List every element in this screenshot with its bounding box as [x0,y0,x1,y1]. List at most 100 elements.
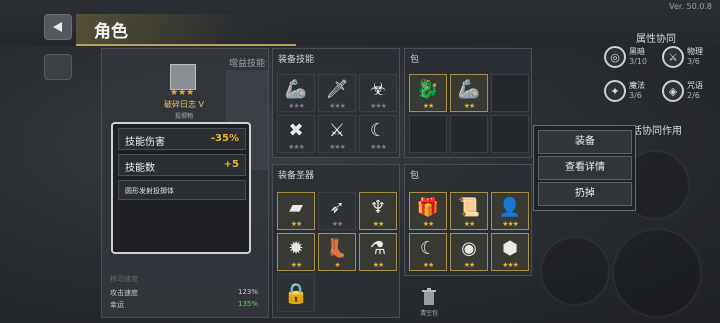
item-stars: ★★★ [329,102,346,110]
empty-slot[interactable] [491,115,529,153]
item-icon: 👢 [325,238,349,259]
item-stars: ★★ [290,220,303,228]
item-stars: ★★ [372,261,385,269]
tooltip-desc-row: 圆形发射投掷体 [118,180,246,200]
item-icon: ▰ [289,197,303,218]
stat-row-move-speed: 移动速度 [110,275,138,283]
bg-ghost-circle [612,228,702,318]
bag-relics-slot[interactable]: 🎁 ★★ [409,192,447,230]
item-stars: ★★★ [370,143,387,151]
equip-relics-slot[interactable]: ✹ ★★ [277,233,315,271]
equip-skills-slot[interactable]: ☾ ★★★ [359,115,397,153]
character-stars: ★★★ [170,88,195,98]
stat-row-luck: 幸运 135% [110,300,258,309]
trash-icon[interactable] [421,288,437,306]
item-stars: ★★★ [502,261,519,269]
item-stars: ★★ [331,220,344,228]
equip-relics-slot[interactable]: ➶ ★★ [318,192,356,230]
equip-skills-slot[interactable]: ✖ ★★★ [277,115,315,153]
tooltip-row-damage: 技能伤害 -35% [118,128,246,150]
item-icon: ⬢ [502,238,518,259]
equip-relics-slot[interactable]: ▰ ★★ [277,192,315,230]
item-icon: ⚗ [369,238,387,259]
bag-relics-slot[interactable]: 📜 ★★ [450,192,488,230]
version-label: Ver. 50.0.8 [669,2,712,11]
item-icon: ◉ [461,238,477,259]
context-menu: 装备 查看详情 扔掉 [533,125,636,211]
item-icon: ☾ [419,238,437,259]
item-stars: ★★ [463,220,476,228]
discard-button[interactable]: 扔掉 [538,182,632,206]
item-stars: ★ [334,261,340,269]
item-stars: ★★★ [288,143,305,151]
equip-skills-slot[interactable]: 🗡 ★★★ [318,74,356,112]
item-icon: 👤 [498,197,522,218]
item-icon: 🐉 [416,79,440,100]
item-icon: ✹ [288,238,304,259]
bag-relics-slot[interactable]: ⬢ ★★★ [491,233,529,271]
stat-row-attack-speed: 攻击速度 123% [110,288,258,297]
bag-skills-slot[interactable]: 🐉 ★★ [409,74,447,112]
page-title: 角色 [94,22,128,42]
item-icon: 📜 [457,197,481,218]
item-icon: 🎁 [416,197,440,218]
synergy-item-magic[interactable]: ✦ 魔法 3/6 [604,80,645,102]
item-stars: ★★ [422,261,435,269]
buff-skill-tab[interactable]: 增益技能 [229,56,265,69]
empty-slot[interactable] [450,115,488,153]
empty-slot[interactable] [409,115,447,153]
item-stars: ★★ [463,102,476,110]
tooltip-row-count: 技能数 +5 [118,154,246,176]
equip-relics-slot[interactable]: 🔒 [277,274,315,312]
item-stars: ★★★ [329,143,346,151]
spell-eye-icon: ◈ [662,80,684,102]
item-stars: ★★ [463,261,476,269]
item-stars: ★★ [290,261,303,269]
equip-skills-slot[interactable]: ⚔ ★★★ [318,115,356,153]
character-avatar [170,64,196,90]
equip-relics-slot[interactable]: 👢 ★ [318,233,356,271]
item-icon: 🗡 [325,79,349,100]
item-icon: ⚔ [328,120,346,141]
equip-relics-slot[interactable]: ♆ ★★ [359,192,397,230]
bag-relics-slot[interactable]: 👤 ★★★ [491,192,529,230]
item-stars: ★★ [422,220,435,228]
back-triangle-icon [53,22,62,32]
synergy-item-spell[interactable]: ◈ 咒语 2/6 [662,80,703,102]
item-stars: ★★ [372,220,385,228]
character-subtitle: 投掷物 [175,113,194,120]
synergy-item-physical[interactable]: ⚔ 物理 3/6 [662,46,703,68]
equip-relics-slot[interactable]: ⚗ ★★ [359,233,397,271]
item-icon: ♆ [369,197,387,218]
character-name: 破碎日志 V [164,100,205,109]
synergy-item-dark[interactable]: ◎ 黑暗 3/10 [604,46,647,68]
side-menu-button[interactable] [44,54,72,80]
swirl-icon: ◎ [604,46,626,68]
bag-relics-slot[interactable]: ◉ ★★ [450,233,488,271]
equip-button[interactable]: 装备 [538,130,632,154]
item-icon: ✖ [288,120,304,141]
bag-relics-title: 包 [410,171,420,181]
equip-skills-slot[interactable]: 🦾 ★★★ [277,74,315,112]
item-stars: ★★★ [502,220,519,228]
magic-star-icon: ✦ [604,80,626,102]
equip-skills-title: 装备技能 [278,55,315,65]
bag-skills-slot[interactable]: 🦾 ★★ [450,74,488,112]
skill-tooltip: 技能伤害 -35% 技能数 +5 圆形发射投掷体 [111,122,251,254]
clear-bag-label: 清空包 [420,310,439,317]
empty-slot[interactable] [491,74,529,112]
item-stars: ★★★ [288,102,305,110]
item-icon: ➶ [329,197,345,218]
equip-relics-title: 装备圣器 [278,171,315,181]
view-details-button[interactable]: 查看详情 [538,156,632,180]
bag-relics-slot[interactable]: ☾ ★★ [409,233,447,271]
bag-skills-title: 包 [410,55,420,65]
synergy-title: 属性协同 [636,34,676,45]
lock-icon: 🔒 [283,281,309,305]
back-button[interactable] [44,14,72,40]
item-stars: ★★★ [370,102,387,110]
item-icon: 🦾 [457,79,481,100]
item-icon: ☣ [369,79,387,100]
equip-skills-slot[interactable]: ☣ ★★★ [359,74,397,112]
sword-icon: ⚔ [662,46,684,68]
